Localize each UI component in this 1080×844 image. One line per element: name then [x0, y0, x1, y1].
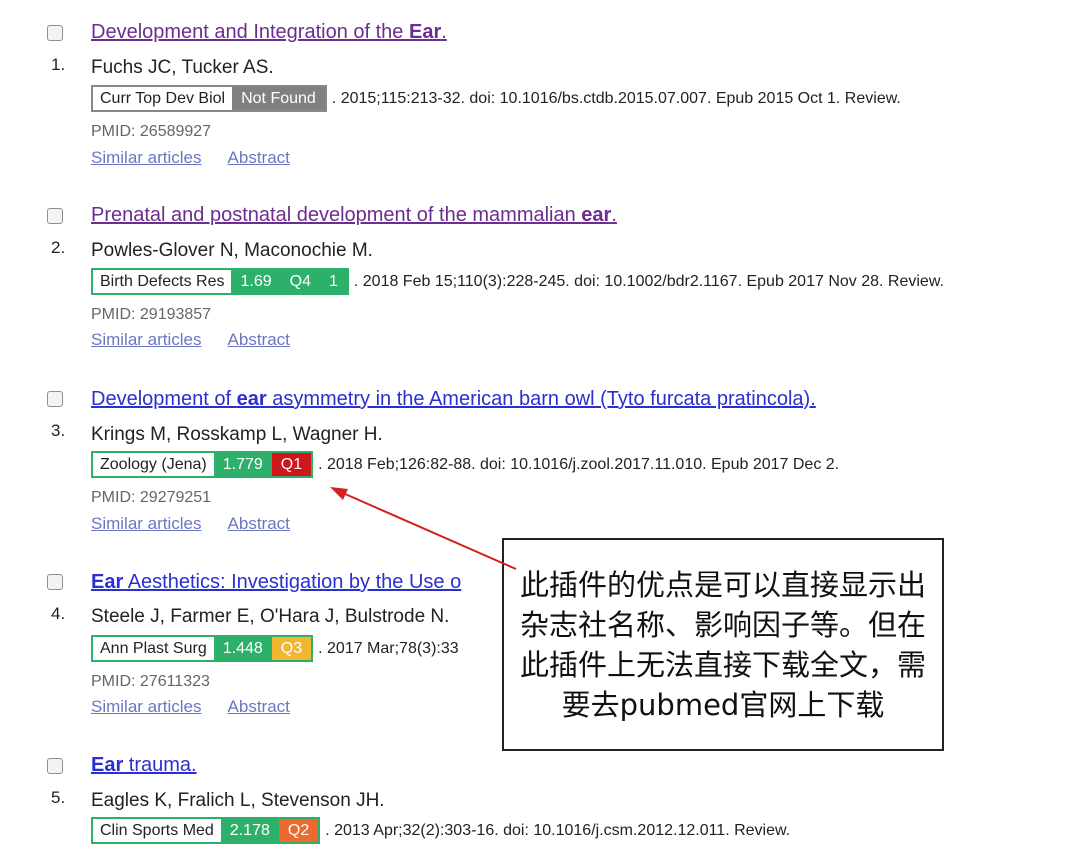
abstract-link[interactable]: Abstract	[228, 697, 290, 716]
title-segment: Ear	[91, 571, 124, 593]
journal-tag: Clin Sports Med 2.178 Q2	[91, 817, 321, 844]
abstract-link[interactable]: Abstract	[228, 514, 290, 533]
result-authors: Eagles K, Fralich L, Stevenson JH.	[91, 790, 385, 811]
title-segment: Ear	[409, 21, 442, 43]
result-pmid: PMID: 26589927	[91, 123, 212, 140]
similar-articles-link[interactable]: Similar articles	[91, 330, 202, 349]
result-links: Similar articles Abstract	[91, 514, 290, 534]
result-citation: Curr Top Dev Biol Not Found . 2015;115:21…	[91, 85, 901, 112]
title-segment: Development of	[91, 388, 237, 410]
citation-details: . 2018 Feb;126:82-88. doi: 10.1016/j.zoo…	[318, 455, 840, 473]
result-authors: Steele J, Farmer E, O'Hara J, Bulstrode …	[91, 606, 450, 627]
title-segment: Aesthetics: Investigation by the Use o	[123, 571, 462, 593]
result-links: Similar articles Abstract	[91, 148, 290, 168]
journal-name: Ann Plast Surg	[93, 637, 214, 660]
citation-details: . 2015;115:213-32. doi: 10.1016/bs.ctdb.…	[331, 89, 901, 107]
title-segment: Development and Integration of the	[91, 21, 409, 43]
journal-name: Birth Defects Res	[93, 270, 232, 293]
journal-tag: Zoology (Jena) 1.779 Q1	[91, 451, 314, 478]
result-checkbox[interactable]	[47, 208, 63, 224]
title-segment: trauma.	[123, 754, 197, 776]
title-segment: Prenatal and postnatal development of th…	[91, 204, 582, 226]
similar-articles-link[interactable]: Similar articles	[91, 514, 202, 533]
title-segment: .	[611, 204, 617, 226]
result-checkbox[interactable]	[47, 25, 63, 41]
result-number: 1.	[51, 55, 66, 74]
result-pmid: PMID: 29193857	[91, 306, 212, 323]
similar-articles-link[interactable]: Similar articles	[91, 148, 202, 167]
citation-details: . 2017 Mar;78(3):33	[318, 639, 459, 657]
result-authors: Fuchs JC, Tucker AS.	[91, 57, 274, 78]
annotation-text: 此插件的优点是可以直接显示出杂志社名称、影响因子等。但在此插件上无法直接下载全文…	[519, 567, 926, 722]
citation-details: . 2013 Apr;32(2):303-16. doi: 10.1016/j.…	[325, 821, 791, 839]
journal-name: Zoology (Jena)	[93, 453, 214, 476]
journal-metric-badge: 1.779	[213, 453, 272, 476]
result-pmid: PMID: 29279251	[91, 489, 212, 506]
result-number: 5.	[51, 788, 66, 807]
journal-tag: Curr Top Dev Biol Not Found	[91, 85, 327, 112]
result-number: 3.	[51, 421, 66, 440]
journal-metric-badge: 1.69	[231, 270, 281, 293]
title-segment: ear	[236, 388, 267, 410]
result-citation: Birth Defects Res 1.69 Q4 1 . 2018 Feb 15;1…	[91, 268, 944, 295]
result-number: 4.	[51, 604, 66, 623]
result-checkbox[interactable]	[47, 758, 63, 774]
result-checkbox[interactable]	[47, 391, 63, 407]
result-number: 2.	[51, 238, 66, 257]
result-checkbox[interactable]	[47, 574, 63, 590]
result-links: Similar articles Abstract	[91, 697, 290, 717]
journal-metric-badge: Not Found	[232, 87, 325, 110]
annotation-arrow-line	[335, 489, 517, 570]
result-title-link[interactable]: Ear trauma.	[91, 754, 197, 777]
title-segment: ear	[581, 204, 612, 226]
citation-details: . 2018 Feb 15;110(3):228-245. doi: 10.10…	[353, 272, 944, 290]
journal-tag: Ann Plast Surg 1.448 Q3	[91, 635, 314, 662]
result-authors: Powles-Glover N, Maconochie M.	[91, 240, 373, 261]
similar-articles-link[interactable]: Similar articles	[91, 697, 202, 716]
title-segment: .	[441, 21, 447, 43]
journal-metric-badge: 1.448	[213, 637, 272, 660]
result-title-link[interactable]: Development and Integration of the Ear.	[91, 21, 447, 44]
journal-name: Curr Top Dev Biol	[93, 87, 233, 110]
journal-metric-badge: Q3	[271, 637, 312, 660]
result-links: Similar articles Abstract	[91, 330, 290, 350]
result-citation: Clin Sports Med 2.178 Q2 . 2013 Apr;32(2):…	[91, 817, 790, 844]
journal-metric-badge: Q4	[280, 270, 320, 293]
journal-metric-badge: 1	[319, 270, 347, 293]
result-citation: Zoology (Jena) 1.779 Q1 . 2018 Feb;126:82-…	[91, 451, 839, 478]
result-title-link[interactable]: Prenatal and postnatal development of th…	[91, 204, 617, 227]
journal-metric-badge: Q1	[271, 453, 312, 476]
abstract-link[interactable]: Abstract	[228, 330, 290, 349]
result-title-link[interactable]: Development of ear asymmetry in the Amer…	[91, 388, 816, 411]
journal-tag: Birth Defects Res 1.69 Q4 1	[91, 268, 349, 295]
annotation-arrow-head	[330, 487, 348, 500]
annotation-callout: 此插件的优点是可以直接显示出杂志社名称、影响因子等。但在此插件上无法直接下载全文…	[502, 538, 944, 751]
result-authors: Krings M, Rosskamp L, Wagner H.	[91, 424, 383, 445]
abstract-link[interactable]: Abstract	[228, 148, 290, 167]
title-segment: asymmetry in the American barn owl (Tyto…	[266, 388, 816, 410]
result-title-link[interactable]: Ear Aesthetics: Investigation by the Use…	[91, 571, 461, 594]
title-segment: Ear	[91, 754, 124, 776]
result-pmid: PMID: 27611323	[91, 673, 210, 690]
result-citation: Ann Plast Surg 1.448 Q3 . 2017 Mar;78(3):3…	[91, 635, 459, 662]
